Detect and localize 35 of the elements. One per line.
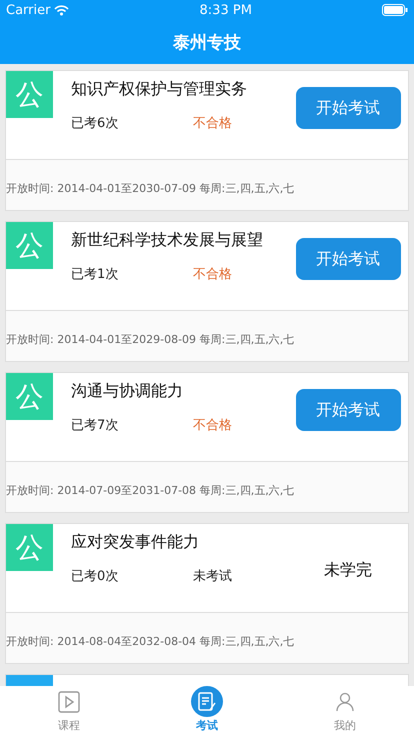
- person-icon: [334, 690, 356, 712]
- category-badge: 公: [6, 222, 53, 269]
- status-time: 8:33 PM: [200, 2, 252, 18]
- course-title: 应对突发事件能力: [71, 532, 200, 553]
- document-pen-icon: [196, 690, 218, 712]
- course-status: 未学完: [324, 558, 372, 580]
- course-title: 新世纪科学技术发展与展望: [71, 230, 264, 251]
- battery-icon: [382, 4, 408, 16]
- exam-result: 不合格: [193, 266, 232, 283]
- play-icon: [58, 690, 80, 712]
- course-title: 知识产权保护与管理实务: [71, 79, 248, 100]
- exam-result: 不合格: [193, 115, 232, 132]
- start-exam-button[interactable]: 开始考试: [296, 389, 400, 431]
- open-schedule: 开放时间: 2014-07-09至2031-07-08 每周:三,四,五,六,七: [6, 483, 294, 498]
- wifi-icon: [54, 4, 70, 16]
- category-badge: 公: [6, 524, 53, 571]
- category-badge: 公: [6, 71, 53, 118]
- attempt-count: 已考6次: [71, 115, 120, 132]
- carrier-label: Carrier: [6, 2, 50, 18]
- course-title: 沟通与协调能力: [71, 381, 184, 402]
- tab-item[interactable]: 考试: [138, 686, 276, 736]
- open-schedule: 开放时间: 2014-08-04至2032-08-04 每周:三,四,五,六,七: [6, 634, 294, 649]
- start-exam-button[interactable]: 开始考试: [296, 238, 400, 280]
- tab-item[interactable]: 课程: [0, 686, 138, 736]
- start-exam-button[interactable]: 开始考试: [296, 87, 400, 129]
- exam-result: 不合格: [193, 417, 232, 434]
- attempt-count: 已考0次: [71, 568, 120, 585]
- header-title: 泰州专技: [173, 32, 241, 54]
- tab-item[interactable]: 我的: [276, 686, 414, 736]
- category-badge: 公: [6, 373, 53, 420]
- open-schedule: 开放时间: 2014-04-01至2029-08-09 每周:三,四,五,六,七: [6, 332, 294, 347]
- attempt-count: 已考1次: [71, 266, 120, 283]
- open-schedule: 开放时间: 2014-04-01至2030-07-09 每周:三,四,五,六,七: [6, 181, 294, 196]
- attempt-count: 已考7次: [71, 417, 120, 434]
- exam-result: 未考试: [193, 568, 232, 585]
